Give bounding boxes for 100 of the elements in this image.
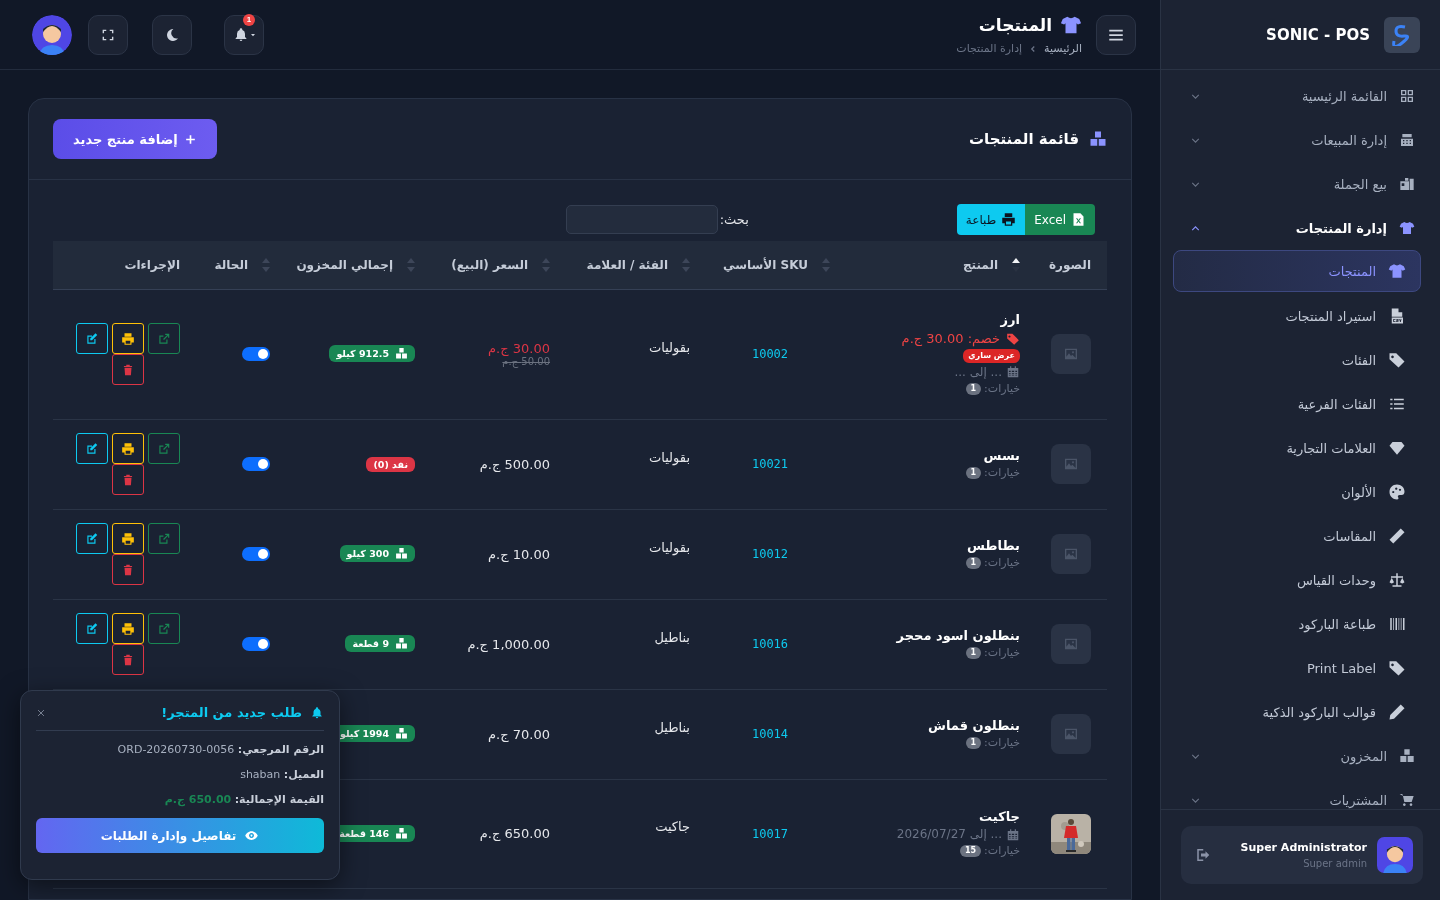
user-role: Super admin — [1302, 858, 1367, 869]
printer-icon — [121, 621, 135, 636]
sidebar-item[interactable]: استيراد المنتجات — [1173, 294, 1421, 338]
print-button[interactable] — [112, 613, 144, 644]
product-name: جاكيت — [979, 809, 1020, 826]
sidebar-item[interactable]: الألوان — [1173, 470, 1421, 514]
trash-icon — [121, 652, 135, 667]
sidebar-item[interactable]: إدارة المبيعات — [1173, 118, 1421, 162]
column-header[interactable]: المنتج — [840, 241, 1030, 289]
status-toggle[interactable] — [242, 456, 270, 471]
offer-period: ... إلى ... — [954, 364, 1002, 380]
delete-button[interactable] — [112, 354, 144, 385]
shirt-icon — [1060, 14, 1082, 36]
options-label: خيارات: — [984, 381, 1020, 396]
tag-icon — [1006, 331, 1020, 346]
sidebar-item[interactable]: طباعة الباركود — [1173, 602, 1421, 646]
boxes-icon — [1089, 130, 1107, 148]
sidebar-item[interactable]: إدارة المنتجات — [1173, 206, 1421, 250]
sidebar-item[interactable]: القائمة الرئيسية — [1173, 74, 1421, 118]
delete-button[interactable] — [112, 644, 144, 675]
external-link-icon — [157, 331, 171, 346]
column-header[interactable]: السعر (البيع) — [425, 241, 560, 289]
avatar-icon — [1377, 837, 1413, 873]
sidebar-item[interactable]: الفئات الفرعية — [1173, 382, 1421, 426]
printer-icon — [121, 531, 135, 546]
fullscreen-icon — [101, 27, 115, 42]
boxes-icon — [395, 637, 408, 650]
breadcrumb-link[interactable]: الرئيسية — [1044, 42, 1082, 55]
edit-icon — [85, 531, 99, 546]
category-name: جاكيت — [655, 819, 690, 834]
printer-icon — [121, 331, 135, 346]
print-button[interactable] — [112, 523, 144, 554]
avatar-icon — [32, 14, 72, 55]
close-button[interactable] — [36, 707, 46, 718]
sku-code: 10014 — [751, 727, 789, 741]
sidebar-item[interactable]: العلامات التجارية — [1173, 426, 1421, 470]
excel-export-button[interactable]: Excel — [1025, 204, 1095, 235]
options-count: 1 — [965, 382, 982, 395]
external-link-icon — [157, 621, 171, 636]
open-button[interactable] — [148, 323, 180, 354]
delete-button[interactable] — [112, 554, 144, 585]
edit-icon — [85, 331, 99, 346]
sidebar-item[interactable]: المقاسات — [1173, 514, 1421, 558]
stock-badge: 300 كيلو — [339, 545, 415, 562]
offer-period: ... إلى 2026/07/27 — [896, 827, 1002, 843]
notification-button[interactable]: 1 — [224, 14, 264, 55]
open-button[interactable] — [148, 613, 180, 644]
category-name: بقوليات — [649, 449, 690, 465]
theme-button[interactable] — [152, 14, 192, 55]
discount-text: خصم: 30.00 ج.م — [901, 330, 1000, 347]
boxes-icon — [395, 547, 408, 560]
edit-button[interactable] — [76, 323, 108, 354]
edit-icon — [85, 441, 99, 456]
edit-button[interactable] — [76, 613, 108, 644]
open-button[interactable] — [148, 433, 180, 464]
add-product-button[interactable]: إضافة منتج جديد — [53, 119, 217, 159]
sidebar-item[interactable]: المشتريات — [1173, 778, 1421, 809]
column-header[interactable]: SKU الأساسي — [700, 241, 840, 289]
calendar-icon — [1006, 827, 1020, 842]
price: 30.00 ج.م — [487, 341, 550, 356]
bell-icon — [310, 705, 324, 720]
sidebar-item[interactable]: Print Label — [1173, 646, 1421, 690]
sidebar-item[interactable]: قوالب الباركود الذكية — [1173, 690, 1421, 734]
sidebar-item[interactable]: المنتجات — [1173, 250, 1421, 292]
status-toggle[interactable] — [242, 546, 270, 561]
toast-title: طلب جديد من المتجر! — [161, 705, 302, 720]
sidebar-item[interactable]: المخزون — [1173, 734, 1421, 778]
column-header[interactable]: الفئة / العلامة — [560, 241, 700, 289]
sku-code: 10012 — [751, 547, 789, 561]
sidebar-item[interactable]: بيع الجملة — [1173, 162, 1421, 206]
search-field[interactable] — [565, 205, 718, 234]
price: 70.00 ج.م — [487, 726, 550, 742]
image-icon — [1063, 726, 1079, 742]
image-icon — [1063, 546, 1079, 562]
status-toggle[interactable] — [242, 346, 270, 361]
options-label: خيارات: — [984, 466, 1020, 480]
column-header[interactable]: إجمالي المخزون — [280, 241, 425, 289]
print-export-button[interactable]: طباعة — [956, 204, 1026, 235]
product-name: ارز — [1000, 312, 1020, 329]
sidebar-item[interactable]: الفئات — [1173, 338, 1421, 382]
sidebar-item[interactable]: وحدات القياس — [1173, 558, 1421, 602]
print-button[interactable] — [112, 433, 144, 464]
card-title: قائمة المنتجات — [968, 130, 1079, 148]
avatar-button[interactable] — [32, 14, 72, 55]
edit-button[interactable] — [76, 523, 108, 554]
edit-button[interactable] — [76, 433, 108, 464]
menu-button[interactable] — [1096, 14, 1136, 55]
column-header[interactable]: الحالة — [190, 241, 280, 289]
open-button[interactable] — [148, 523, 180, 554]
search-label: بحث: — [719, 212, 749, 227]
spreadsheet-icon — [1071, 212, 1086, 227]
edit-icon — [85, 621, 99, 636]
price: 1,000.00 ج.م — [466, 636, 550, 652]
status-toggle[interactable] — [242, 636, 270, 651]
price: 10.00 ج.م — [487, 546, 550, 562]
sku-code: 10002 — [751, 347, 789, 361]
print-button[interactable] — [112, 323, 144, 354]
user-name: Super Administrator — [1239, 841, 1367, 854]
delete-button[interactable] — [112, 464, 144, 495]
breadcrumb-link[interactable]: إدارة المنتجات — [956, 42, 1023, 55]
